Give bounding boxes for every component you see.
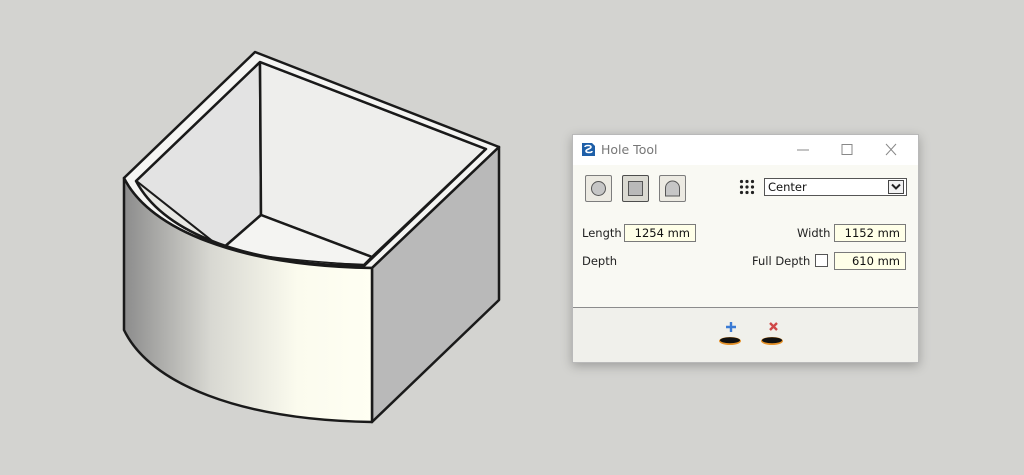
full-depth-checkbox[interactable] [815, 254, 828, 267]
circle-shape-icon [591, 181, 606, 196]
round-hole-button[interactable] [585, 175, 612, 202]
length-input[interactable]: 1254 mm [624, 224, 696, 242]
add-hole-button[interactable] [717, 319, 745, 349]
maximize-icon [841, 144, 853, 155]
width-label: Width [797, 226, 831, 240]
alignment-grid-icon [739, 179, 755, 195]
square-shape-icon [628, 181, 643, 196]
close-button[interactable] [876, 139, 906, 161]
remove-hole-icon [761, 322, 783, 345]
placement-dropdown-button[interactable] [888, 180, 904, 194]
maximize-button[interactable] [832, 139, 862, 161]
dialog-title: Hole Tool [601, 142, 658, 157]
depth-input[interactable]: 610 mm [834, 252, 906, 270]
minimize-button[interactable] [788, 139, 818, 161]
chevron-down-icon [891, 183, 901, 190]
add-hole-icon [719, 322, 741, 345]
full-depth-label: Full Depth [752, 254, 811, 268]
hole-tool-dialog: Hole Tool Center Length 1254 mm Width 11… [572, 134, 919, 363]
title-bar[interactable]: Hole Tool [573, 135, 918, 165]
arched-hole-button[interactable] [659, 175, 686, 202]
remove-hole-button[interactable] [759, 319, 787, 349]
width-input[interactable]: 1152 mm [834, 224, 906, 242]
minimize-icon [797, 149, 809, 151]
length-label: Length [582, 226, 622, 240]
action-area [573, 308, 918, 362]
sketchup-logo-icon [582, 143, 595, 156]
rectangular-hole-button[interactable] [622, 175, 649, 202]
close-icon [885, 143, 897, 156]
arch-shape-icon [665, 180, 680, 197]
placement-select[interactable]: Center [764, 178, 907, 196]
placement-select-value: Center [768, 180, 807, 194]
depth-label: Depth [582, 254, 618, 268]
3d-model-curved-box[interactable] [122, 50, 501, 424]
